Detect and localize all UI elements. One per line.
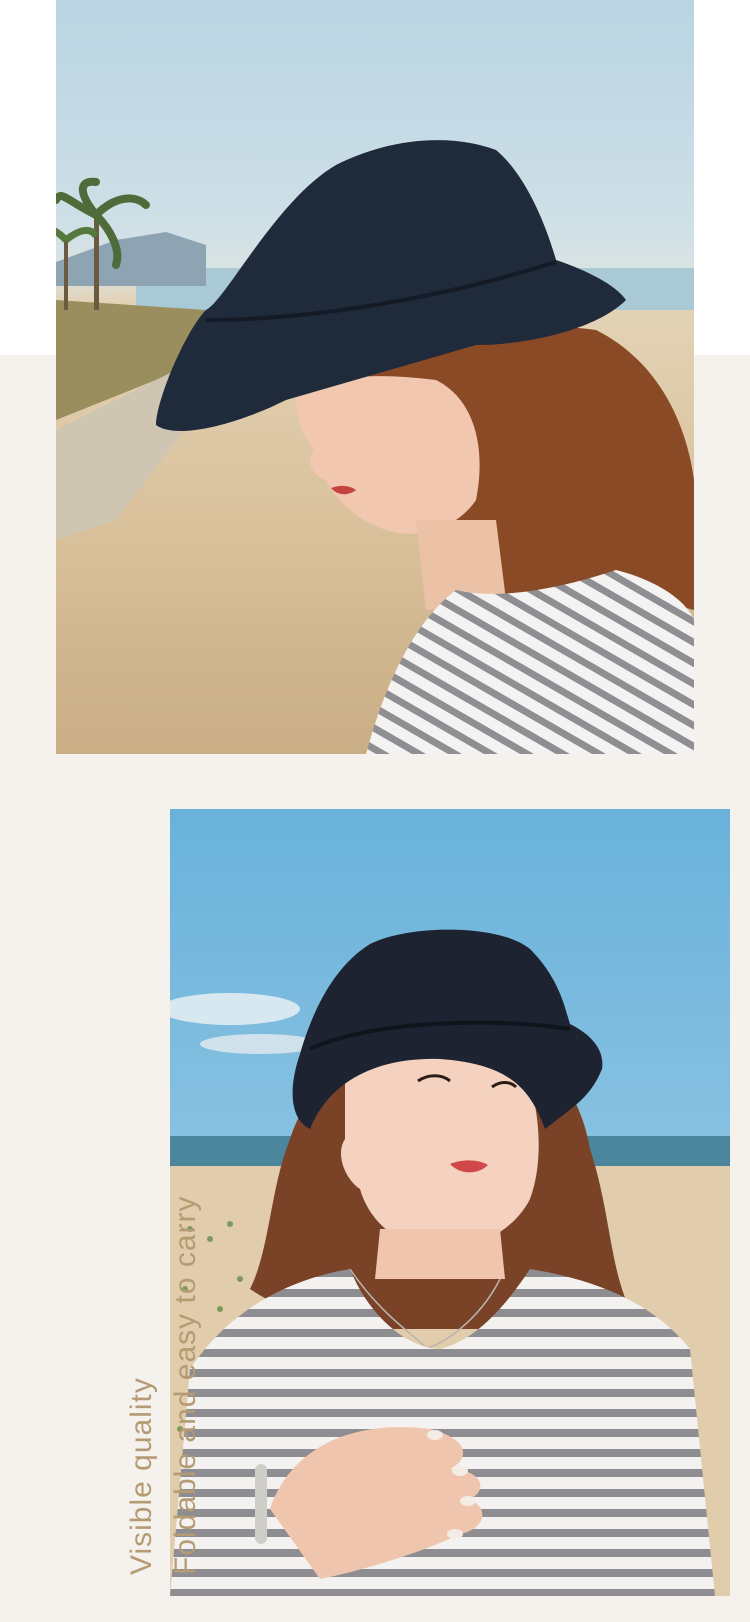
product-photo-profile [56,0,694,754]
bracelet [255,1464,267,1544]
cloud [170,993,300,1025]
photo-profile-illustration [56,140,694,754]
neck [375,1229,505,1279]
caption-line-foldable: Foldable and easy to carry [169,1195,202,1575]
mountains [56,232,206,286]
striped-shirt [366,570,694,754]
caption-line-quality: Visible quality [125,1377,158,1575]
photo-front-illustration [170,929,730,1596]
product-photo-front [170,809,730,1596]
face [296,376,480,534]
feature-caption: Visible quality Foldable and easy to car… [120,1195,208,1575]
